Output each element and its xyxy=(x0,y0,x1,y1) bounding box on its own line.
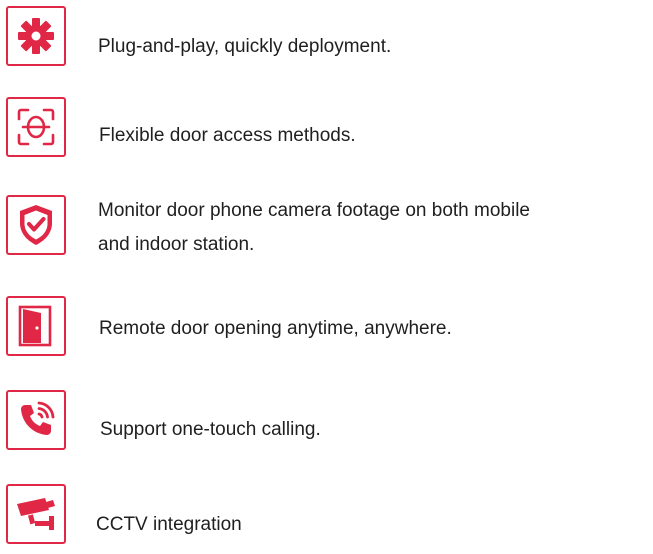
feature-text: Remote door opening anytime, anywhere. xyxy=(99,318,452,339)
feature-list: Plug-and-play, quickly deployment. Flexi… xyxy=(0,0,653,554)
feature-text: Flexible door access methods. xyxy=(99,125,356,146)
feature-text-line: and indoor station. xyxy=(98,234,255,255)
feature-text: CCTV integration xyxy=(96,514,242,535)
feature-text: Support one-touch calling. xyxy=(100,419,321,440)
cctv-camera-icon xyxy=(6,484,66,544)
feature-text-line: Monitor door phone camera footage on bot… xyxy=(98,200,530,221)
gear-icon xyxy=(6,6,66,66)
feature-text: Plug-and-play, quickly deployment. xyxy=(98,36,392,57)
face-scan-icon xyxy=(6,97,66,157)
shield-check-icon xyxy=(6,195,66,255)
door-open-icon xyxy=(6,296,66,356)
phone-call-icon xyxy=(6,390,66,450)
feature-text: Monitor door phone camera footage on bot… xyxy=(98,194,530,262)
